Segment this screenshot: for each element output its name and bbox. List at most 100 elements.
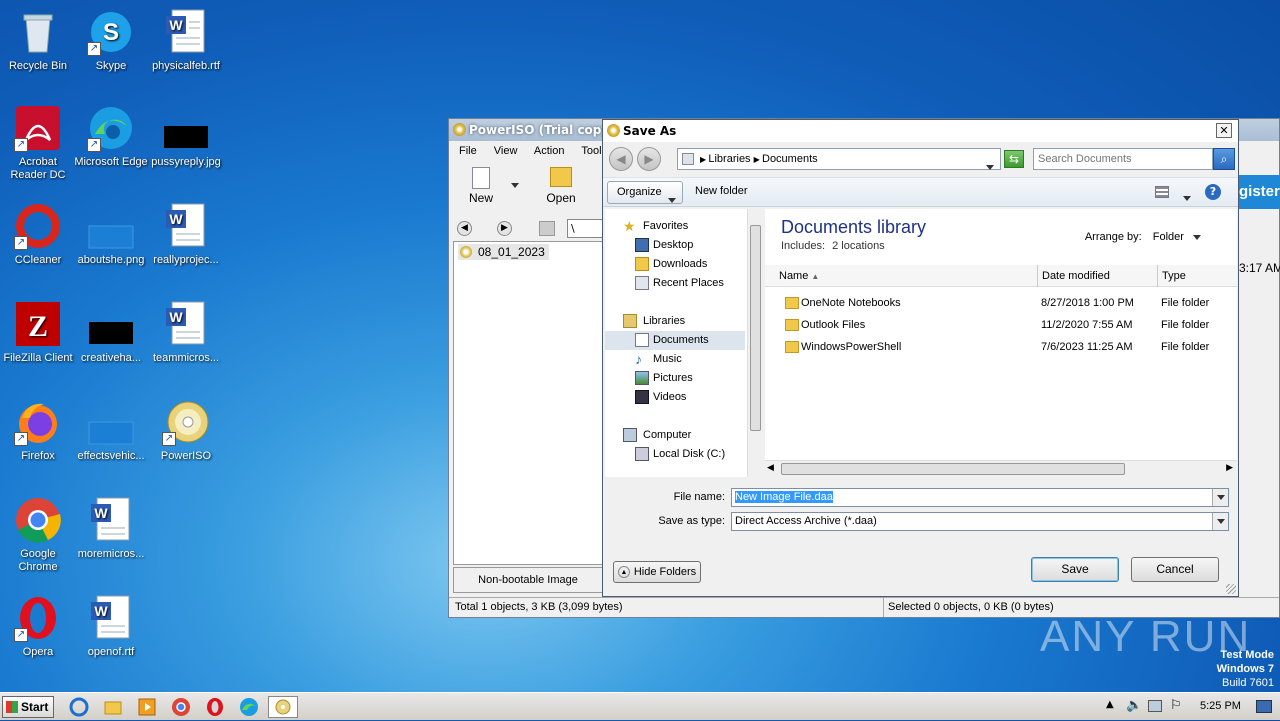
- help-icon[interactable]: ?: [1205, 184, 1221, 200]
- sidebar-item-music[interactable]: ♪ Music: [605, 350, 745, 369]
- tree-item-image[interactable]: 08_01_2023: [458, 244, 549, 260]
- sidebar-item-documents[interactable]: Documents: [605, 331, 745, 350]
- desktop-icon-edge[interactable]: ↗ Microsoft Edge: [73, 104, 149, 169]
- file-name-field[interactable]: New Image File.daa: [731, 488, 1229, 507]
- desktop-icon-aboutshe[interactable]: aboutshe.png: [73, 202, 149, 267]
- resize-grip-icon[interactable]: [1226, 584, 1236, 594]
- tray-expand-icon[interactable]: ▲: [1106, 699, 1114, 710]
- menu-action[interactable]: Action: [534, 145, 565, 157]
- desktop-icon-acrobat[interactable]: ↗ Acrobat Reader DC: [0, 104, 76, 182]
- hide-folders-button[interactable]: ▲ Hide Folders: [613, 561, 701, 583]
- organize-button[interactable]: Organize: [607, 181, 683, 204]
- chrome-taskbar-icon[interactable]: [170, 696, 194, 718]
- desktop-icon-moremicros[interactable]: W moremicros...: [73, 496, 149, 561]
- breadcrumb[interactable]: ▶ Libraries ▶ Documents: [677, 148, 1001, 170]
- new-folder-button[interactable]: New folder: [695, 185, 748, 197]
- opera-taskbar-icon[interactable]: [204, 696, 228, 718]
- speaker-icon[interactable]: 🔈: [1126, 698, 1142, 713]
- new-dropdown-arrow[interactable]: [511, 177, 519, 191]
- start-button[interactable]: Start: [2, 696, 54, 718]
- desktop-icon-skype[interactable]: S ↗ Skype: [73, 8, 149, 73]
- file-row[interactable]: WindowsPowerShell 7/6/2023 11:25 AM File…: [765, 336, 1237, 358]
- show-desktop-icon[interactable]: [1256, 700, 1272, 713]
- column-date[interactable]: Date modified: [1037, 265, 1110, 287]
- desktop-icon-label: Firefox: [21, 450, 55, 462]
- menu-file[interactable]: File: [459, 145, 477, 157]
- sidebar-item-desktop[interactable]: Desktop: [605, 236, 745, 255]
- chevron-down-icon[interactable]: [1212, 489, 1228, 506]
- explorer-taskbar-icon[interactable]: [102, 696, 126, 718]
- nav-scrollbar-thumb[interactable]: [750, 225, 761, 431]
- desktop-icon-chrome[interactable]: Google Chrome: [0, 496, 76, 574]
- save-type-select[interactable]: Direct Access Archive (*.daa): [731, 512, 1229, 531]
- forward-icon[interactable]: ▶: [637, 147, 661, 171]
- path-field[interactable]: \: [567, 219, 607, 238]
- refresh-icon[interactable]: ⇆: [1004, 150, 1024, 168]
- ie-taskbar-icon[interactable]: [68, 696, 92, 718]
- menu-view[interactable]: View: [494, 145, 518, 157]
- sidebar-item-downloads[interactable]: Downloads: [605, 255, 745, 274]
- sidebar-item-libraries[interactable]: Libraries: [605, 312, 745, 331]
- clock[interactable]: 5:25 PM: [1200, 700, 1241, 712]
- scroll-right-icon[interactable]: ▶: [1226, 463, 1233, 473]
- arrange-by-dropdown[interactable]: Folder: [1153, 231, 1184, 243]
- open-button[interactable]: Open: [541, 167, 581, 205]
- desktop-icon-effectsvehic[interactable]: effectsvehic...: [73, 398, 149, 463]
- desktop-icon-firefox[interactable]: ↗ Firefox: [0, 398, 76, 463]
- desktop-icon-ccleaner[interactable]: ↗ CCleaner: [0, 202, 76, 267]
- column-name[interactable]: Name ▲: [779, 265, 819, 288]
- sidebar-item-computer[interactable]: Computer: [605, 426, 745, 445]
- forward-icon[interactable]: ▶: [497, 221, 512, 236]
- desktop-icon-physicalfeb[interactable]: W physicalfeb.rtf: [148, 8, 224, 73]
- up-folder-icon[interactable]: [539, 221, 555, 236]
- sidebar-item-favorites[interactable]: ★ Favorites: [605, 217, 745, 236]
- action-center-flag-icon[interactable]: ⚐: [1170, 698, 1182, 713]
- view-options-icon[interactable]: [1155, 186, 1169, 198]
- scroll-left-icon[interactable]: ◀: [767, 463, 774, 473]
- new-button[interactable]: New: [461, 167, 501, 205]
- column-type[interactable]: Type: [1157, 265, 1186, 287]
- media-player-taskbar-icon[interactable]: [136, 696, 160, 718]
- search-input[interactable]: [1033, 148, 1213, 170]
- disc-icon: [460, 246, 472, 258]
- network-icon[interactable]: [1148, 700, 1162, 712]
- desktop-icon-reallyprojec[interactable]: W reallyprojec...: [148, 202, 224, 267]
- sidebar-item-local-disk[interactable]: Local Disk (C:): [605, 445, 745, 464]
- cancel-button[interactable]: Cancel: [1131, 557, 1219, 582]
- file-row[interactable]: OneNote Notebooks 8/27/2018 1:00 PM File…: [765, 292, 1237, 314]
- horizontal-scrollbar-thumb[interactable]: [781, 463, 1125, 475]
- close-icon[interactable]: ✕: [1216, 123, 1232, 138]
- search-icon[interactable]: ⌕: [1213, 148, 1235, 170]
- back-icon[interactable]: ◀: [609, 147, 633, 171]
- chevron-down-icon[interactable]: [1193, 231, 1201, 243]
- nav-scrollbar[interactable]: [747, 209, 763, 477]
- save-button[interactable]: Save: [1031, 557, 1119, 582]
- breadcrumb-documents[interactable]: Documents: [762, 153, 818, 165]
- desktop-icon-opera[interactable]: ↗ Opera: [0, 594, 76, 659]
- recent-places-icon: [635, 276, 649, 290]
- sidebar-item-videos[interactable]: Videos: [605, 388, 745, 407]
- desktop-icon-recycle-bin[interactable]: Recycle Bin: [0, 8, 76, 73]
- file-row[interactable]: Outlook Files 11/2/2020 7:55 AM File fol…: [765, 314, 1237, 336]
- register-banner[interactable]: gister: [1239, 175, 1280, 209]
- edge-taskbar-icon[interactable]: [238, 696, 262, 718]
- sidebar-item-pictures[interactable]: Pictures: [605, 369, 745, 388]
- save-as-titlebar[interactable]: Save As ✕: [603, 120, 1238, 142]
- desktop-icon-creativeha[interactable]: creativeha...: [73, 300, 149, 365]
- desktop-icon-filezilla[interactable]: Z FileZilla Client: [0, 300, 76, 365]
- desktop-icon-label: openof.rtf: [87, 646, 135, 658]
- desktop-icon-pussyreply[interactable]: pussyreply.jpg: [148, 104, 224, 169]
- sidebar-item-recent-places[interactable]: Recent Places: [605, 274, 745, 293]
- desktop-icon-poweriso[interactable]: ↗ PowerISO: [148, 398, 224, 463]
- breadcrumb-libraries[interactable]: Libraries: [708, 153, 750, 165]
- breadcrumb-dropdown-icon[interactable]: [986, 157, 994, 177]
- view-dropdown-icon[interactable]: [1183, 190, 1191, 204]
- back-icon[interactable]: ◀: [457, 221, 472, 236]
- desktop-icon-openof[interactable]: W openof.rtf: [73, 594, 149, 659]
- includes-locations-link[interactable]: 2 locations: [832, 240, 885, 252]
- chevron-down-icon[interactable]: [1212, 513, 1228, 530]
- poweriso-taskbar-button[interactable]: [268, 696, 298, 718]
- horizontal-scrollbar[interactable]: ◀ ▶: [765, 460, 1237, 477]
- file-type: File folder: [1161, 297, 1210, 309]
- desktop-icon-teammicros[interactable]: W teammicros...: [148, 300, 224, 365]
